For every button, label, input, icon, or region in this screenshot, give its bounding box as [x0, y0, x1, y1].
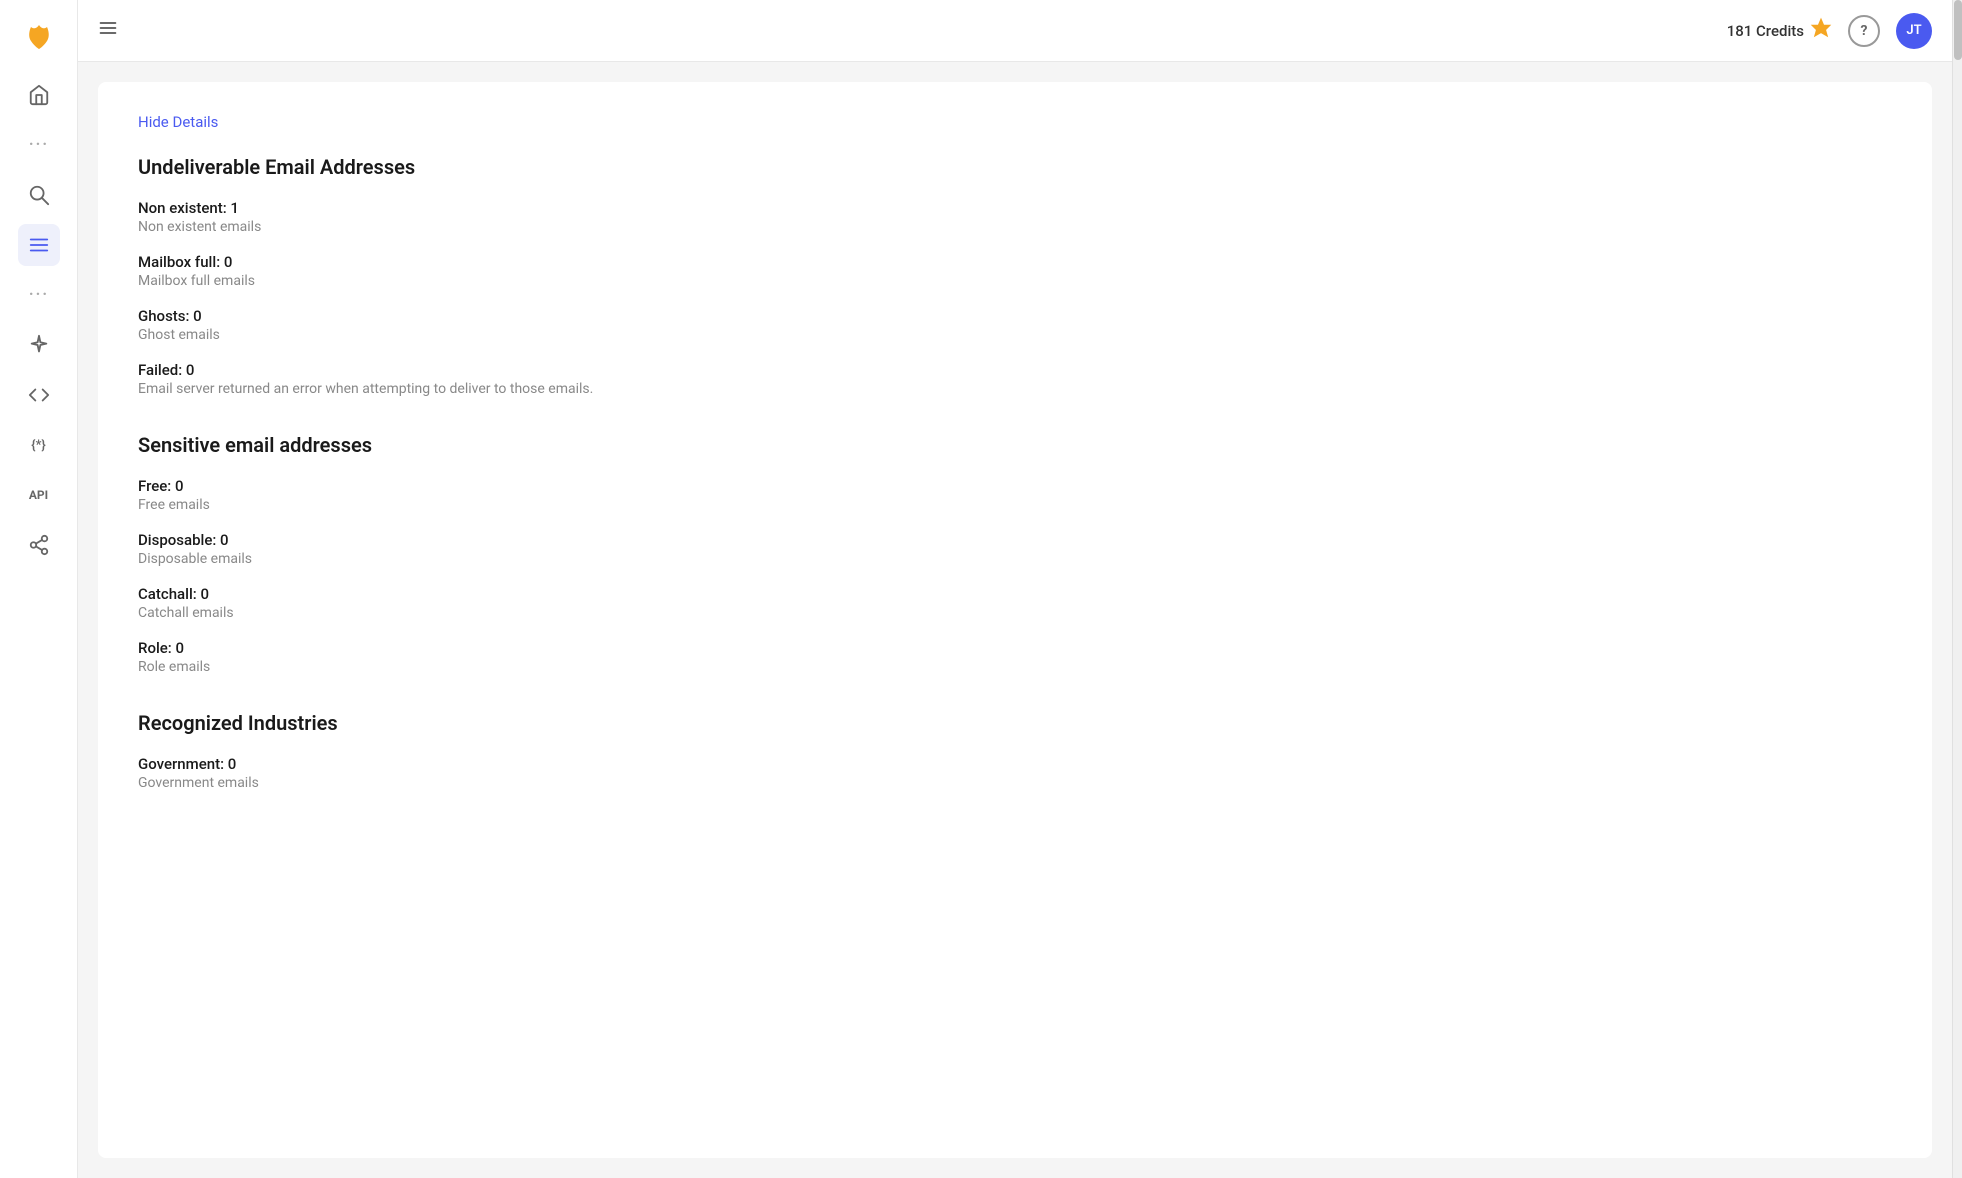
- stat-mailbox-full-label: Mailbox full: 0: [138, 253, 1892, 271]
- stat-disposable-desc: Disposable emails: [138, 551, 1892, 567]
- stat-disposable-label: Disposable: 0: [138, 531, 1892, 549]
- main-area: 181 Credits ? JT Hide Details Undelivera…: [78, 0, 1952, 1178]
- avatar-initials: JT: [1906, 23, 1921, 38]
- help-icon[interactable]: ?: [1848, 15, 1880, 47]
- stat-failed-desc: Email server returned an error when atte…: [138, 381, 1892, 397]
- scrollbar[interactable]: [1952, 0, 1962, 1178]
- industries-section: Recognized Industries Government: 0 Gove…: [138, 711, 1892, 791]
- stat-catchall: Catchall: 0 Catchall emails: [138, 585, 1892, 621]
- top-header: 181 Credits ? JT: [78, 0, 1952, 62]
- stat-ghosts: Ghosts: 0 Ghost emails: [138, 307, 1892, 343]
- stat-role: Role: 0 Role emails: [138, 639, 1892, 675]
- stat-free: Free: 0 Free emails: [138, 477, 1892, 513]
- sidebar-item-more1[interactable]: ···: [18, 124, 60, 166]
- header-right: 181 Credits ? JT: [1727, 13, 1932, 49]
- sensitive-section: Sensitive email addresses Free: 0 Free e…: [138, 433, 1892, 675]
- stat-government-desc: Government emails: [138, 775, 1892, 791]
- logo[interactable]: [18, 16, 60, 58]
- sidebar-item-code[interactable]: [18, 374, 60, 416]
- stat-non-existent-label: Non existent: 1: [138, 199, 1892, 217]
- hide-details-link[interactable]: Hide Details: [138, 113, 218, 131]
- sensitive-section-title: Sensitive email addresses: [138, 433, 1892, 457]
- stat-failed-label: Failed: 0: [138, 361, 1892, 379]
- stat-mailbox-full-desc: Mailbox full emails: [138, 273, 1892, 289]
- stat-free-label: Free: 0: [138, 477, 1892, 495]
- credits-label: 181 Credits: [1727, 22, 1804, 40]
- sidebar: ··· ··· {*} API: [0, 0, 78, 1178]
- avatar[interactable]: JT: [1896, 13, 1932, 49]
- menu-icon[interactable]: [98, 18, 118, 43]
- stat-catchall-desc: Catchall emails: [138, 605, 1892, 621]
- sidebar-item-more2[interactable]: ···: [18, 274, 60, 316]
- stat-ghosts-label: Ghosts: 0: [138, 307, 1892, 325]
- stat-non-existent-desc: Non existent emails: [138, 219, 1892, 235]
- sidebar-item-regex[interactable]: {*}: [18, 424, 60, 466]
- stat-ghosts-desc: Ghost emails: [138, 327, 1892, 343]
- undeliverable-section-title: Undeliverable Email Addresses: [138, 155, 1892, 179]
- stat-failed: Failed: 0 Email server returned an error…: [138, 361, 1892, 397]
- sidebar-item-search[interactable]: [18, 174, 60, 216]
- content-card: Hide Details Undeliverable Email Address…: [98, 82, 1932, 1158]
- stat-catchall-label: Catchall: 0: [138, 585, 1892, 603]
- stat-role-label: Role: 0: [138, 639, 1892, 657]
- stat-government: Government: 0 Government emails: [138, 755, 1892, 791]
- stat-disposable: Disposable: 0 Disposable emails: [138, 531, 1892, 567]
- help-label: ?: [1861, 23, 1868, 39]
- sidebar-item-sparkle[interactable]: [18, 324, 60, 366]
- header-left: [98, 18, 118, 43]
- credits-star-icon: [1810, 17, 1832, 44]
- sidebar-item-webhook[interactable]: [18, 524, 60, 566]
- stat-free-desc: Free emails: [138, 497, 1892, 513]
- sidebar-item-list[interactable]: [18, 224, 60, 266]
- stat-government-label: Government: 0: [138, 755, 1892, 773]
- stat-mailbox-full: Mailbox full: 0 Mailbox full emails: [138, 253, 1892, 289]
- scrollbar-thumb[interactable]: [1954, 0, 1962, 60]
- content-area: Hide Details Undeliverable Email Address…: [78, 62, 1952, 1178]
- stat-role-desc: Role emails: [138, 659, 1892, 675]
- undeliverable-section: Undeliverable Email Addresses Non existe…: [138, 155, 1892, 397]
- sidebar-item-api[interactable]: API: [18, 474, 60, 516]
- sidebar-item-home[interactable]: [18, 74, 60, 116]
- stat-non-existent: Non existent: 1 Non existent emails: [138, 199, 1892, 235]
- industries-section-title: Recognized Industries: [138, 711, 1892, 735]
- credits-badge[interactable]: 181 Credits: [1727, 17, 1832, 44]
